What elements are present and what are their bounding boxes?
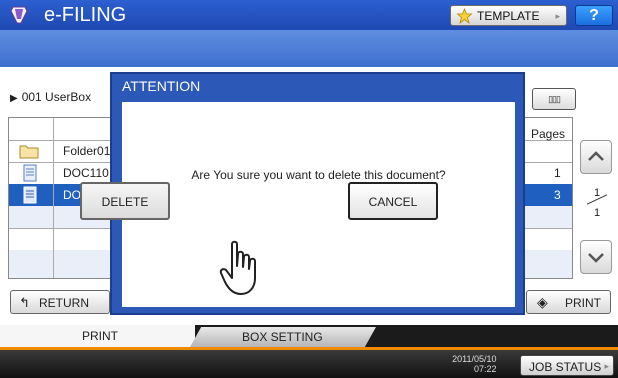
date-label: 2011/05/10 bbox=[452, 354, 497, 364]
pages-column-header: Pages bbox=[531, 127, 566, 141]
row-icon-cell bbox=[9, 184, 54, 206]
time-label: 07:22 bbox=[474, 364, 497, 374]
document-icon bbox=[23, 164, 37, 182]
cancel-label: CANCEL bbox=[368, 195, 418, 209]
cancel-button[interactable]: CANCEL bbox=[348, 182, 438, 220]
chevron-right-icon: ▸ bbox=[555, 11, 560, 21]
return-button[interactable]: ↰ RETURN bbox=[10, 290, 110, 314]
dialog-title: ATTENTION bbox=[122, 78, 201, 94]
chevron-right-icon: ▸ bbox=[604, 361, 609, 371]
scroll-up-button[interactable] bbox=[580, 140, 612, 174]
star-icon bbox=[456, 8, 473, 24]
help-button[interactable]: ? bbox=[575, 5, 613, 26]
row-pages: 3 bbox=[554, 188, 561, 202]
delete-label: DELETE bbox=[101, 195, 149, 209]
box-path: ▶ 001 UserBox bbox=[10, 90, 91, 104]
pointing-hand-icon bbox=[219, 240, 256, 295]
page-total: 1 bbox=[593, 207, 601, 219]
folder-icon bbox=[19, 145, 39, 159]
row-name: DOC110 bbox=[63, 166, 109, 180]
e-filing-app-icon bbox=[10, 6, 28, 24]
screen: e-FILING TEMPLATE ▸ ? ▶ 001 UserBox ▯▯▯ F… bbox=[0, 0, 618, 378]
app-title: e-FILING bbox=[44, 4, 127, 26]
dialog-message: Are You sure you want to delete this doc… bbox=[191, 168, 446, 182]
row-icon-cell bbox=[9, 162, 54, 184]
attention-dialog: ATTENTION Are You sure you want to delet… bbox=[110, 72, 525, 315]
box-path-label: 001 UserBox bbox=[21, 90, 92, 104]
dialog-body: Are You sure you want to delete this doc… bbox=[122, 102, 515, 307]
template-label: TEMPLATE bbox=[477, 9, 540, 23]
tab-box-setting-label: BOX SETTING bbox=[242, 330, 323, 344]
row-name: Folder01 bbox=[63, 144, 111, 158]
return-arrow-icon: ↰ bbox=[19, 295, 30, 310]
sub-header-bar bbox=[0, 30, 618, 67]
table-header-cell bbox=[9, 118, 54, 140]
row-icon-cell bbox=[9, 140, 54, 162]
title-bar: e-FILING TEMPLATE ▸ ? bbox=[0, 0, 618, 30]
row-icon-cell bbox=[9, 206, 54, 228]
thumbnail-view-button[interactable]: ▯▯▯ bbox=[532, 88, 576, 110]
diamond-start-icon: ◈ bbox=[537, 294, 548, 310]
job-status-button[interactable]: JOB STATUS ▸ bbox=[520, 355, 614, 376]
row-icon-cell bbox=[9, 228, 54, 250]
tab-print-label: PRINT bbox=[82, 329, 118, 343]
print-label: PRINT bbox=[565, 296, 601, 310]
job-status-label: JOB STATUS bbox=[529, 360, 602, 374]
row-pages: 1 bbox=[554, 166, 561, 180]
scroll-down-button[interactable] bbox=[580, 240, 612, 274]
play-triangle-icon: ▶ bbox=[10, 93, 18, 104]
row-icon-cell bbox=[9, 250, 54, 278]
datetime-display: 2011/05/10 07:22 bbox=[450, 354, 497, 374]
chevron-down-icon bbox=[588, 253, 604, 263]
delete-button[interactable]: DELETE bbox=[80, 182, 170, 220]
return-label: RETURN bbox=[39, 296, 89, 310]
print-button[interactable]: ◈ PRINT bbox=[526, 290, 611, 314]
template-button[interactable]: TEMPLATE ▸ bbox=[450, 5, 567, 26]
chevron-up-icon bbox=[588, 151, 604, 161]
tab-box-setting[interactable]: BOX SETTING bbox=[190, 327, 376, 347]
document-icon bbox=[23, 186, 37, 204]
